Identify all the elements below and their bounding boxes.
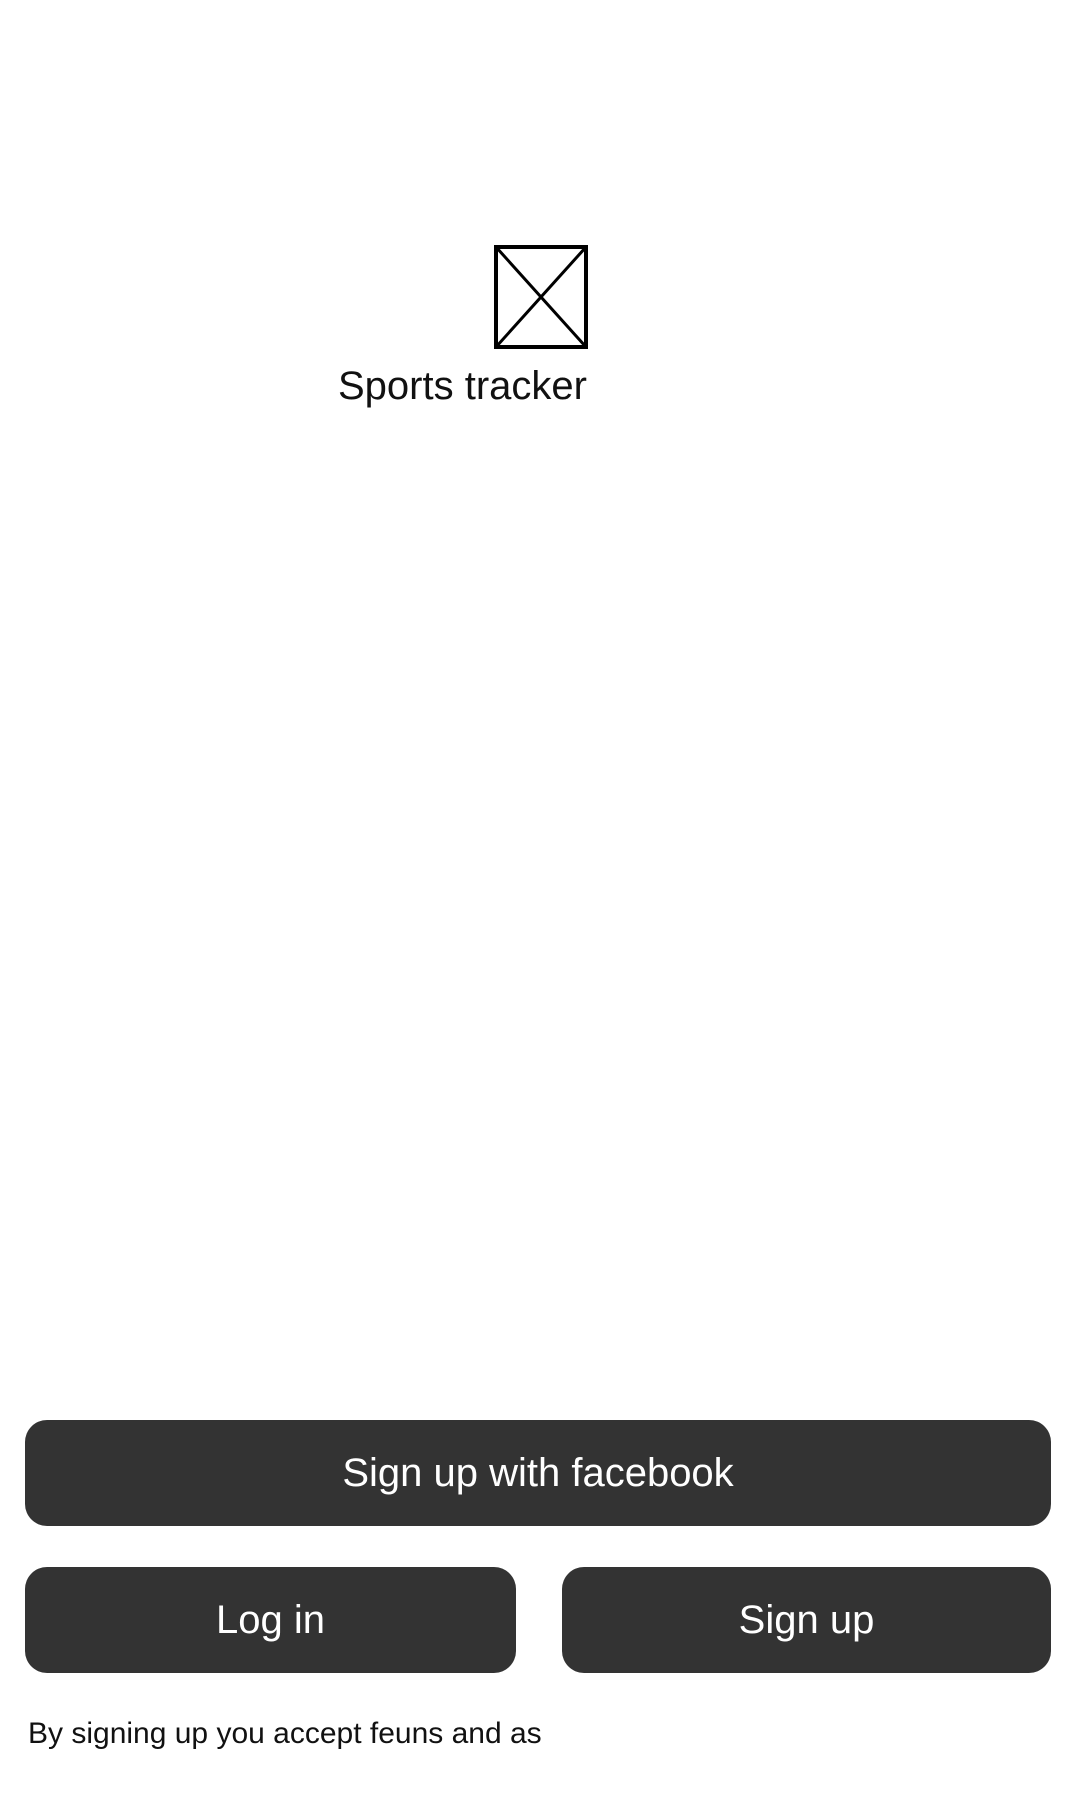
image-placeholder-icon [494, 245, 588, 349]
facebook-signup-button[interactable]: Sign up with facebook [25, 1420, 1051, 1526]
welcome-screen: Sports tracker Sign up with facebook Log… [0, 0, 1080, 1800]
terms-text: By signing up you accept feuns and as [28, 1717, 542, 1750]
signup-label: Sign up [738, 1598, 875, 1642]
signup-button[interactable]: Sign up [562, 1567, 1051, 1673]
login-button[interactable]: Log in [25, 1567, 516, 1673]
facebook-signup-label: Sign up with facebook [342, 1451, 734, 1495]
app-title: Sports tracker [338, 364, 587, 408]
login-label: Log in [216, 1598, 325, 1642]
